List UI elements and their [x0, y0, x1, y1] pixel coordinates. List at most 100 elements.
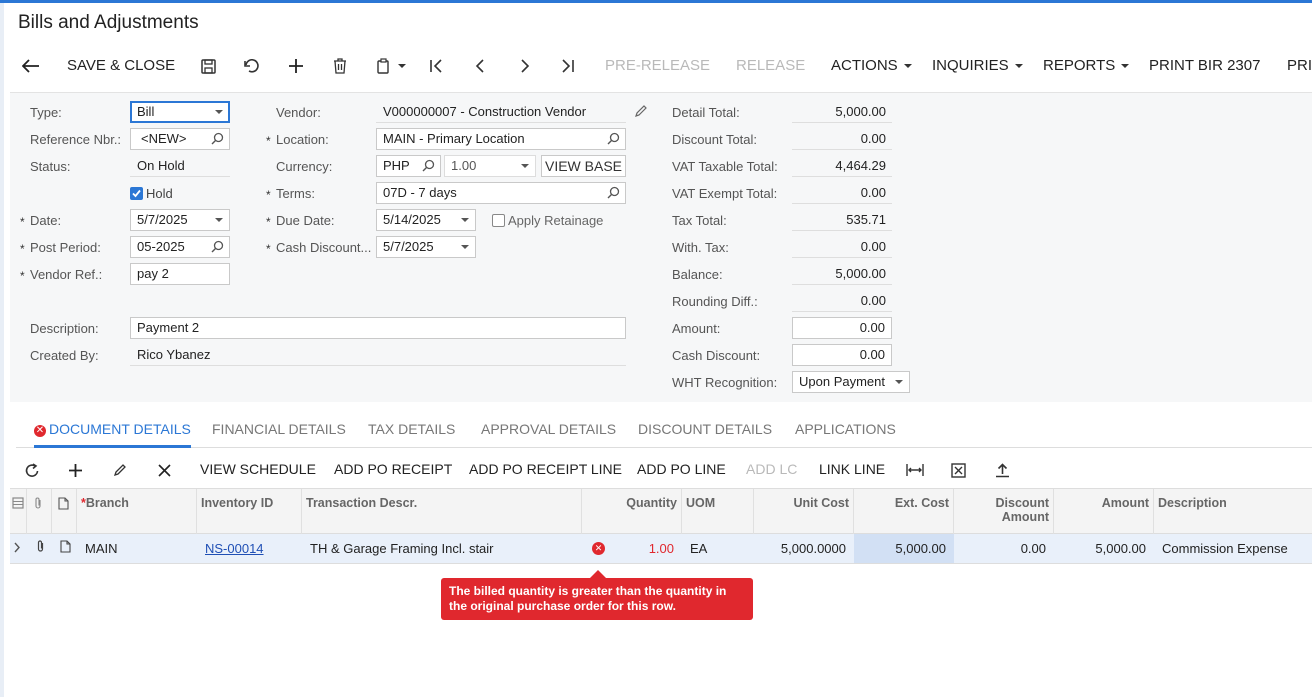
- search-icon[interactable]: [211, 132, 224, 145]
- reference-nbr-value: <NEW>: [141, 131, 187, 146]
- description-cell[interactable]: Commission Expense: [1154, 534, 1312, 563]
- description-header[interactable]: Description: [1154, 489, 1312, 535]
- wht-recognition-select[interactable]: Upon Payment: [792, 371, 910, 393]
- quantity-cell[interactable]: ✕ 1.00: [582, 534, 682, 563]
- vendor-ref-field[interactable]: pay 2: [130, 263, 230, 285]
- terms-field[interactable]: 07D - 7 days: [376, 182, 626, 204]
- uom-header[interactable]: UOM: [682, 489, 754, 535]
- pre-release-button[interactable]: PRE-RELEASE: [605, 48, 710, 84]
- tab-approval-details[interactable]: APPROVAL DETAILS: [481, 414, 616, 448]
- add-icon[interactable]: [288, 48, 304, 84]
- quantity-header[interactable]: Quantity: [582, 489, 682, 535]
- link-line-button[interactable]: LINK LINE: [819, 452, 885, 486]
- transaction-descr-header[interactable]: Transaction Descr.: [302, 489, 582, 535]
- tab-applications[interactable]: APPLICATIONS: [795, 414, 896, 448]
- save-close-button[interactable]: SAVE & CLOSE: [67, 48, 175, 84]
- undo-icon[interactable]: [244, 48, 261, 84]
- currency-field[interactable]: PHP: [376, 155, 441, 177]
- reference-nbr-field[interactable]: <NEW>: [130, 128, 230, 150]
- post-period-field[interactable]: 05-2025: [130, 236, 230, 258]
- add-lc-button[interactable]: ADD LC: [746, 452, 797, 486]
- release-button[interactable]: RELEASE: [736, 48, 805, 84]
- search-icon[interactable]: [607, 132, 620, 145]
- inquiries-menu[interactable]: INQUIRIES: [932, 48, 1023, 84]
- inventory-id-cell[interactable]: NS-00014: [197, 534, 302, 563]
- description-field[interactable]: Payment 2: [130, 317, 626, 339]
- note-icon[interactable]: [52, 534, 77, 563]
- refresh-icon[interactable]: [25, 452, 40, 486]
- view-schedule-button[interactable]: VIEW SCHEDULE: [200, 452, 316, 486]
- add-row-icon[interactable]: [68, 452, 83, 486]
- created-by-value: Rico Ybanez: [130, 344, 626, 366]
- tab-financial-details[interactable]: FINANCIAL DETAILS: [212, 414, 346, 448]
- search-icon[interactable]: [422, 159, 435, 172]
- date-field[interactable]: 5/7/2025: [130, 209, 230, 231]
- delete-icon[interactable]: [333, 48, 347, 84]
- next-record-icon[interactable]: [520, 48, 530, 84]
- cash-discount-date-value: 5/7/2025: [383, 239, 434, 254]
- balance-value: 5,000.00: [792, 263, 892, 285]
- previous-record-icon[interactable]: [475, 48, 485, 84]
- search-icon[interactable]: [211, 240, 224, 253]
- amount-cell[interactable]: 5,000.00: [1054, 534, 1154, 563]
- transaction-descr-cell[interactable]: TH & Garage Framing Incl. stair: [302, 534, 582, 563]
- paperclip-icon[interactable]: [27, 534, 52, 563]
- actions-menu[interactable]: ACTIONS: [831, 48, 912, 84]
- edit-icon[interactable]: [113, 452, 127, 486]
- add-po-line-button[interactable]: ADD PO LINE: [637, 452, 726, 486]
- edit-pencil-icon[interactable]: [634, 104, 648, 121]
- branch-header[interactable]: *Branch: [77, 489, 197, 535]
- save-icon[interactable]: [201, 48, 216, 84]
- export-excel-icon[interactable]: [951, 452, 966, 486]
- clipboard-icon[interactable]: [376, 48, 406, 84]
- unit-cost-cell[interactable]: 5,000.0000: [754, 534, 854, 563]
- chevron-down-icon: [895, 380, 903, 384]
- tab-document-details[interactable]: ✕ DOCUMENT DETAILS: [34, 414, 191, 448]
- print-bir-2307-button[interactable]: PRINT BIR 2307: [1149, 48, 1260, 84]
- paperclip-header-icon: [27, 489, 52, 535]
- discount-total-value: 0.00: [792, 128, 892, 150]
- cash-discount-date-field[interactable]: 5/7/2025: [376, 236, 476, 258]
- cash-discount-field[interactable]: 0.00: [792, 344, 892, 366]
- uom-cell[interactable]: EA: [682, 534, 754, 563]
- back-arrow-icon[interactable]: [21, 48, 40, 84]
- inventory-id-header[interactable]: Inventory ID: [197, 489, 302, 535]
- upload-icon[interactable]: [995, 452, 1010, 486]
- required-marker: *: [266, 188, 271, 202]
- vendor-value[interactable]: V000000007 - Construction Vendor: [376, 101, 626, 123]
- currency-rate-field[interactable]: 1.00: [444, 155, 536, 177]
- unit-cost-header[interactable]: Unit Cost: [754, 489, 854, 535]
- reports-menu[interactable]: REPORTS: [1043, 48, 1130, 84]
- branch-cell[interactable]: MAIN: [77, 534, 197, 563]
- hold-checkbox[interactable]: [130, 187, 143, 200]
- first-record-icon[interactable]: [429, 48, 443, 84]
- table-row[interactable]: MAIN NS-00014 TH & Garage Framing Incl. …: [10, 534, 1312, 564]
- discount-amount-header[interactable]: Discount Amount: [954, 489, 1054, 535]
- delete-row-icon[interactable]: [158, 452, 171, 486]
- created-by-label: Created By:: [30, 348, 99, 363]
- tab-discount-details[interactable]: DISCOUNT DETAILS: [638, 414, 772, 448]
- ext-cost-header[interactable]: Ext. Cost: [854, 489, 954, 535]
- add-po-receipt-line-button[interactable]: ADD PO RECEIPT LINE: [469, 452, 622, 486]
- expand-row-icon[interactable]: [10, 534, 27, 563]
- inquiries-menu-label: INQUIRIES: [932, 57, 1009, 74]
- last-record-icon[interactable]: [561, 48, 575, 84]
- inventory-id-link[interactable]: NS-00014: [205, 541, 264, 556]
- search-icon[interactable]: [607, 186, 620, 199]
- fit-columns-icon[interactable]: [906, 452, 924, 486]
- reference-nbr-label: Reference Nbr.:: [30, 132, 122, 147]
- error-icon[interactable]: ✕: [592, 542, 605, 555]
- ext-cost-cell[interactable]: 5,000.00: [854, 534, 954, 563]
- row-status-header-icon: [10, 489, 27, 535]
- discount-amount-cell[interactable]: 0.00: [954, 534, 1054, 563]
- tab-tax-details[interactable]: TAX DETAILS: [368, 414, 455, 448]
- due-date-field[interactable]: 5/14/2025: [376, 209, 476, 231]
- toolbar-overflow-button[interactable]: PRI: [1287, 48, 1312, 84]
- view-base-button[interactable]: VIEW BASE: [541, 155, 626, 177]
- location-field[interactable]: MAIN - Primary Location: [376, 128, 626, 150]
- amount-field[interactable]: 0.00: [792, 317, 892, 339]
- type-select[interactable]: Bill: [130, 101, 230, 123]
- apply-retainage-checkbox[interactable]: [492, 214, 505, 227]
- add-po-receipt-button[interactable]: ADD PO RECEIPT: [334, 452, 452, 486]
- amount-header[interactable]: Amount: [1054, 489, 1154, 535]
